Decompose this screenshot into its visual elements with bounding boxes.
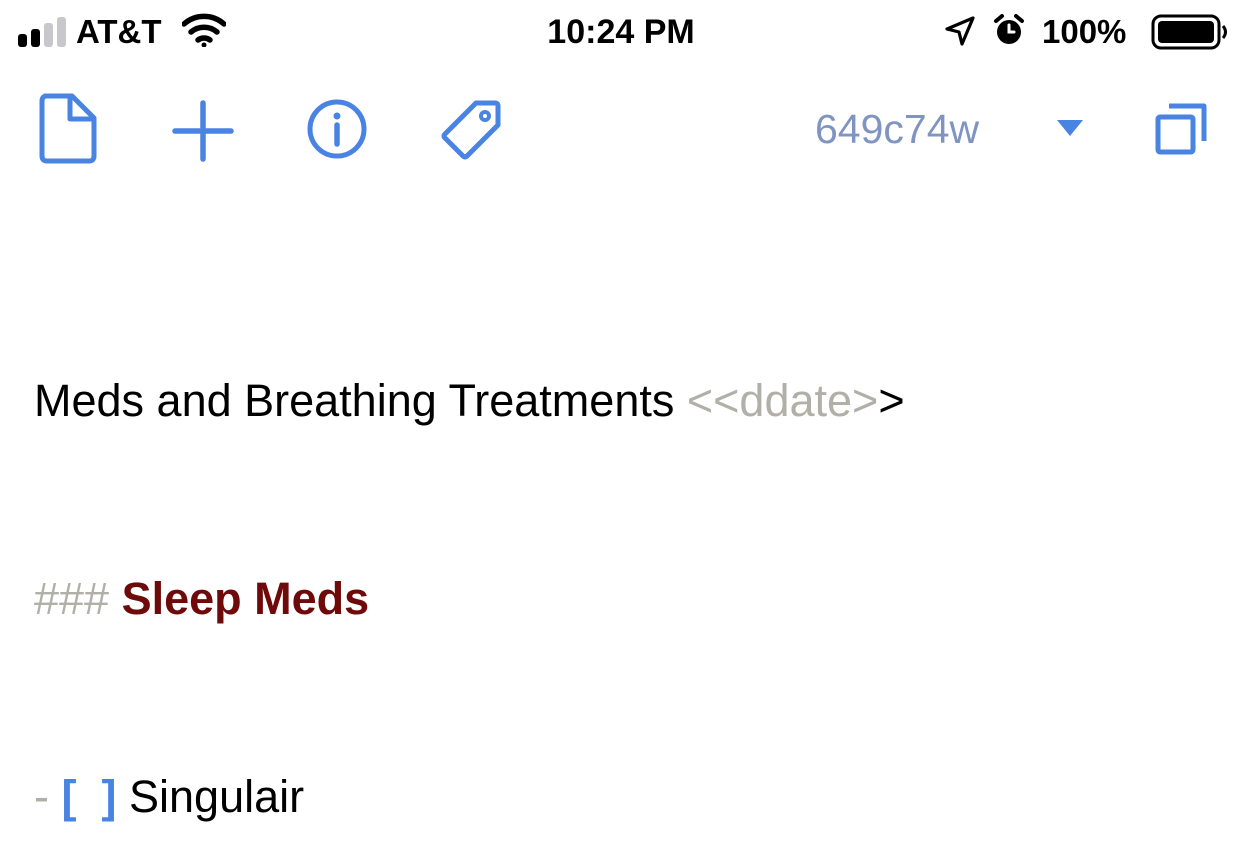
checkbox-close-bracket[interactable]: ] [102, 771, 117, 822]
editor-line-title[interactable]: Meds and Breathing Treatments <<ddate>> [34, 368, 905, 434]
date-placeholder: <<ddate> [686, 375, 879, 426]
tag-icon[interactable] [440, 98, 502, 160]
date-placeholder-close: > [878, 375, 905, 426]
checkbox-space [77, 771, 102, 822]
task-item-text: Singulair [116, 771, 305, 822]
heading-marker: ### [34, 573, 122, 624]
alarm-icon [994, 14, 1024, 44]
status-bar: AT&T 10:24 PM 100% [0, 0, 1242, 64]
plus-icon[interactable] [172, 100, 234, 162]
copy-icon[interactable] [1154, 100, 1210, 156]
commit-hash-label[interactable]: 649c74w [815, 104, 979, 154]
dropdown-caret-icon[interactable] [1055, 118, 1085, 138]
info-icon[interactable] [306, 98, 368, 160]
battery-icon [1151, 14, 1227, 50]
editor-line-heading[interactable]: ### Sleep Meds [34, 566, 905, 632]
note-editor[interactable]: Meds and Breathing Treatments <<ddate>> … [34, 236, 905, 856]
document-icon[interactable] [38, 92, 98, 164]
heading-text: Sleep Meds [121, 573, 370, 624]
battery-percent: 100% [1042, 13, 1127, 50]
title-text: Meds and Breathing Treatments [34, 375, 687, 426]
location-icon [945, 16, 975, 46]
editor-toolbar: 649c74w [0, 88, 1242, 170]
editor-line-task[interactable]: - [ ] Singulair [34, 764, 905, 830]
list-dash: - [34, 771, 62, 822]
checkbox-open-bracket[interactable]: [ [62, 771, 77, 822]
